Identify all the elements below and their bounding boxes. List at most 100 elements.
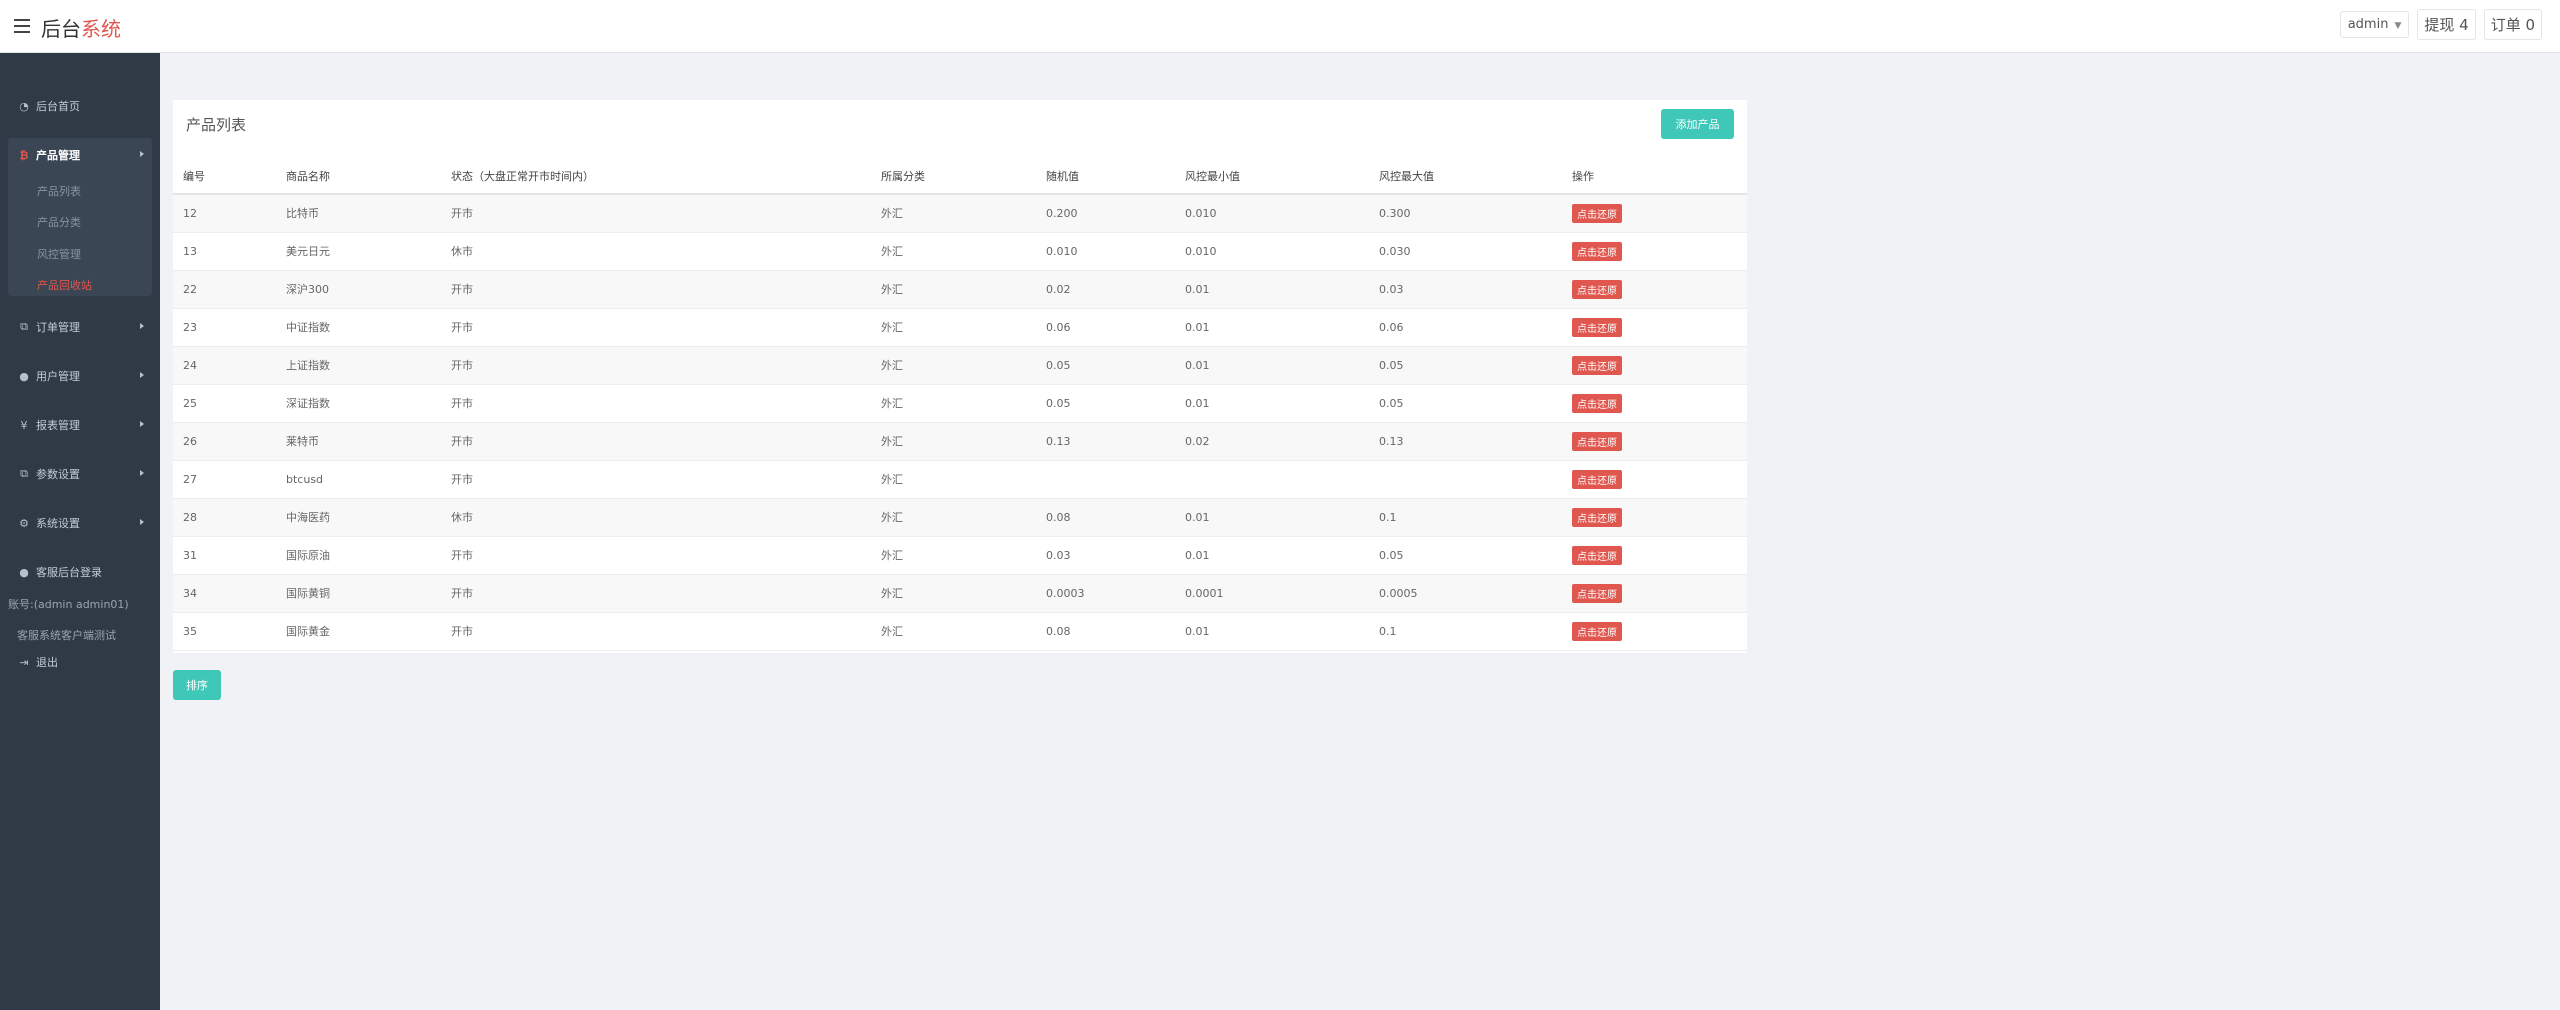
product-list-panel: 产品列表 添加产品 编号 商品名称 状态（大盘正常开市时间内） 所属分类 随机值… — [173, 100, 1747, 653]
menu-toggle-icon[interactable] — [14, 19, 30, 33]
copy-icon: ⧉ — [20, 320, 28, 333]
bitcoin-icon: ₿ — [19, 148, 29, 162]
restore-button[interactable]: 点击还原 — [1572, 583, 1622, 603]
admin-label: admin — [2347, 17, 2389, 32]
risk-min-cell: 0.010 — [1185, 244, 1217, 258]
category-cell: 外汇 — [881, 473, 903, 486]
risk-min-cell: 0.01 — [1185, 510, 1210, 524]
id-cell: 24 — [183, 358, 197, 372]
column-header: 风控最小值 — [1175, 158, 1369, 195]
admin-dropdown[interactable]: admin ▼ — [2339, 11, 2410, 38]
brand-accent: 系统 — [81, 17, 121, 41]
sidebar-subitem-risk-control[interactable]: 风控管理 — [37, 246, 81, 262]
sidebar-item-logout[interactable]: ⇥ 退出 — [8, 647, 152, 677]
caret-down-icon: ▼ — [2394, 21, 2402, 31]
sidebar-subitem-recycle-bin[interactable]: 产品回收站 — [37, 277, 92, 293]
caret-right-icon — [140, 470, 144, 476]
id-cell: 25 — [183, 396, 197, 410]
random-value-cell: 0.05 — [1046, 396, 1071, 410]
top-right-actions: admin ▼ 提现 4 订单 0 — [2339, 9, 2542, 40]
restore-button[interactable]: 点击还原 — [1572, 393, 1622, 413]
sidebar-item-label: 产品管理 — [36, 149, 80, 162]
table-row: 26 莱特币 开市 外汇 0.13 0.02 0.13 点击还原 — [173, 422, 1747, 460]
orders-link[interactable]: 订单 0 — [2483, 9, 2542, 40]
panel-title: 产品列表 — [186, 116, 247, 134]
restore-button[interactable]: 点击还原 — [1572, 469, 1622, 489]
yen-icon: ¥ — [20, 418, 28, 432]
sidebar-item-orders[interactable]: ⧉ 订单管理 — [8, 312, 152, 342]
withdraw-link[interactable]: 提现 4 — [2417, 9, 2476, 40]
restore-button[interactable]: 点击还原 — [1572, 507, 1622, 527]
category-cell: 外汇 — [881, 283, 903, 296]
category-cell: 外汇 — [881, 245, 903, 258]
name-cell: 中海医药 — [286, 511, 330, 524]
column-header: 状态（大盘正常开市时间内） — [441, 158, 871, 195]
status-cell: 开市 — [451, 473, 473, 486]
sidebar-subitem-product-list[interactable]: 产品列表 — [37, 183, 81, 199]
sidebar-item-label: 系统设置 — [36, 517, 80, 530]
random-value-cell: 0.13 — [1046, 434, 1071, 448]
id-cell: 13 — [183, 244, 197, 258]
restore-button[interactable]: 点击还原 — [1572, 545, 1622, 565]
risk-max-cell: 0.03 — [1379, 282, 1404, 296]
restore-button[interactable]: 点击还原 — [1572, 355, 1622, 375]
status-cell: 开市 — [451, 359, 473, 372]
user-icon: ● — [19, 565, 29, 579]
sidebar-item-cs-test[interactable]: 客服系统客户端测试 — [17, 627, 116, 643]
restore-button[interactable]: 点击还原 — [1572, 241, 1622, 261]
status-cell: 开市 — [451, 397, 473, 410]
risk-max-cell: 0.13 — [1379, 434, 1404, 448]
sidebar: ◔ 后台首页 ₿ 产品管理 产品列表 产品分类 风控管理 产品回收站 ⧉ 订单管… — [0, 53, 160, 1010]
table-row: 22 深沪300 开市 外汇 0.02 0.01 0.03 点击还原 — [173, 270, 1747, 308]
sidebar-item-users[interactable]: ● 用户管理 — [8, 361, 152, 391]
sidebar-item-products[interactable]: ₿ 产品管理 — [8, 140, 152, 170]
sidebar-item-label: 退出 — [36, 656, 58, 669]
risk-min-cell: 0.01 — [1185, 624, 1210, 638]
name-cell: 深证指数 — [286, 397, 330, 410]
sidebar-item-dashboard[interactable]: ◔ 后台首页 — [8, 91, 152, 121]
action-cell: 点击还原 — [1562, 498, 1747, 536]
status-cell: 开市 — [451, 435, 473, 448]
sidebar-item-cs-login[interactable]: ● 客服后台登录 — [8, 557, 152, 587]
random-value-cell: 0.200 — [1046, 206, 1078, 220]
column-header: 风控最大值 — [1369, 158, 1562, 195]
status-cell: 开市 — [451, 283, 473, 296]
sidebar-subitem-product-category[interactable]: 产品分类 — [37, 214, 81, 230]
id-cell: 26 — [183, 434, 197, 448]
sidebar-item-label: 用户管理 — [36, 370, 80, 383]
add-product-button[interactable]: 添加产品 — [1661, 109, 1734, 139]
column-header: 操作 — [1562, 158, 1747, 195]
risk-min-cell: 0.01 — [1185, 396, 1210, 410]
action-cell: 点击还原 — [1562, 536, 1747, 574]
id-cell: 34 — [183, 586, 197, 600]
column-header: 编号 — [173, 158, 276, 195]
caret-right-icon — [140, 323, 144, 329]
table-row: 23 中证指数 开市 外汇 0.06 0.01 0.06 点击还原 — [173, 308, 1747, 346]
action-cell: 点击还原 — [1562, 232, 1747, 270]
risk-min-cell: 0.02 — [1185, 434, 1210, 448]
account-info: 账号:(admin admin01) — [8, 598, 129, 611]
sidebar-item-system[interactable]: ⚙ 系统设置 — [8, 508, 152, 538]
status-cell: 休市 — [451, 245, 473, 258]
restore-button[interactable]: 点击还原 — [1572, 279, 1622, 299]
action-cell: 点击还原 — [1562, 346, 1747, 384]
restore-button[interactable]: 点击还原 — [1572, 203, 1622, 223]
risk-max-cell: 0.030 — [1379, 244, 1411, 258]
random-value-cell: 0.010 — [1046, 244, 1078, 258]
top-bar: 后台系统 admin ▼ 提现 4 订单 0 — [0, 0, 2560, 53]
id-cell: 27 — [183, 472, 197, 486]
name-cell: 国际原油 — [286, 549, 330, 562]
category-cell: 外汇 — [881, 321, 903, 334]
sort-button[interactable]: 排序 — [173, 670, 221, 700]
brand-title: 后台系统 — [41, 13, 121, 42]
restore-button[interactable]: 点击还原 — [1572, 621, 1622, 641]
caret-right-icon — [140, 421, 144, 427]
id-cell: 35 — [183, 624, 197, 638]
restore-button[interactable]: 点击还原 — [1572, 431, 1622, 451]
restore-button[interactable]: 点击还原 — [1572, 317, 1622, 337]
caret-right-icon — [140, 372, 144, 378]
id-cell: 22 — [183, 282, 197, 296]
sidebar-item-params[interactable]: ⧉ 参数设置 — [8, 459, 152, 489]
sidebar-item-reports[interactable]: ¥ 报表管理 — [8, 410, 152, 440]
random-value-cell: 0.08 — [1046, 624, 1071, 638]
